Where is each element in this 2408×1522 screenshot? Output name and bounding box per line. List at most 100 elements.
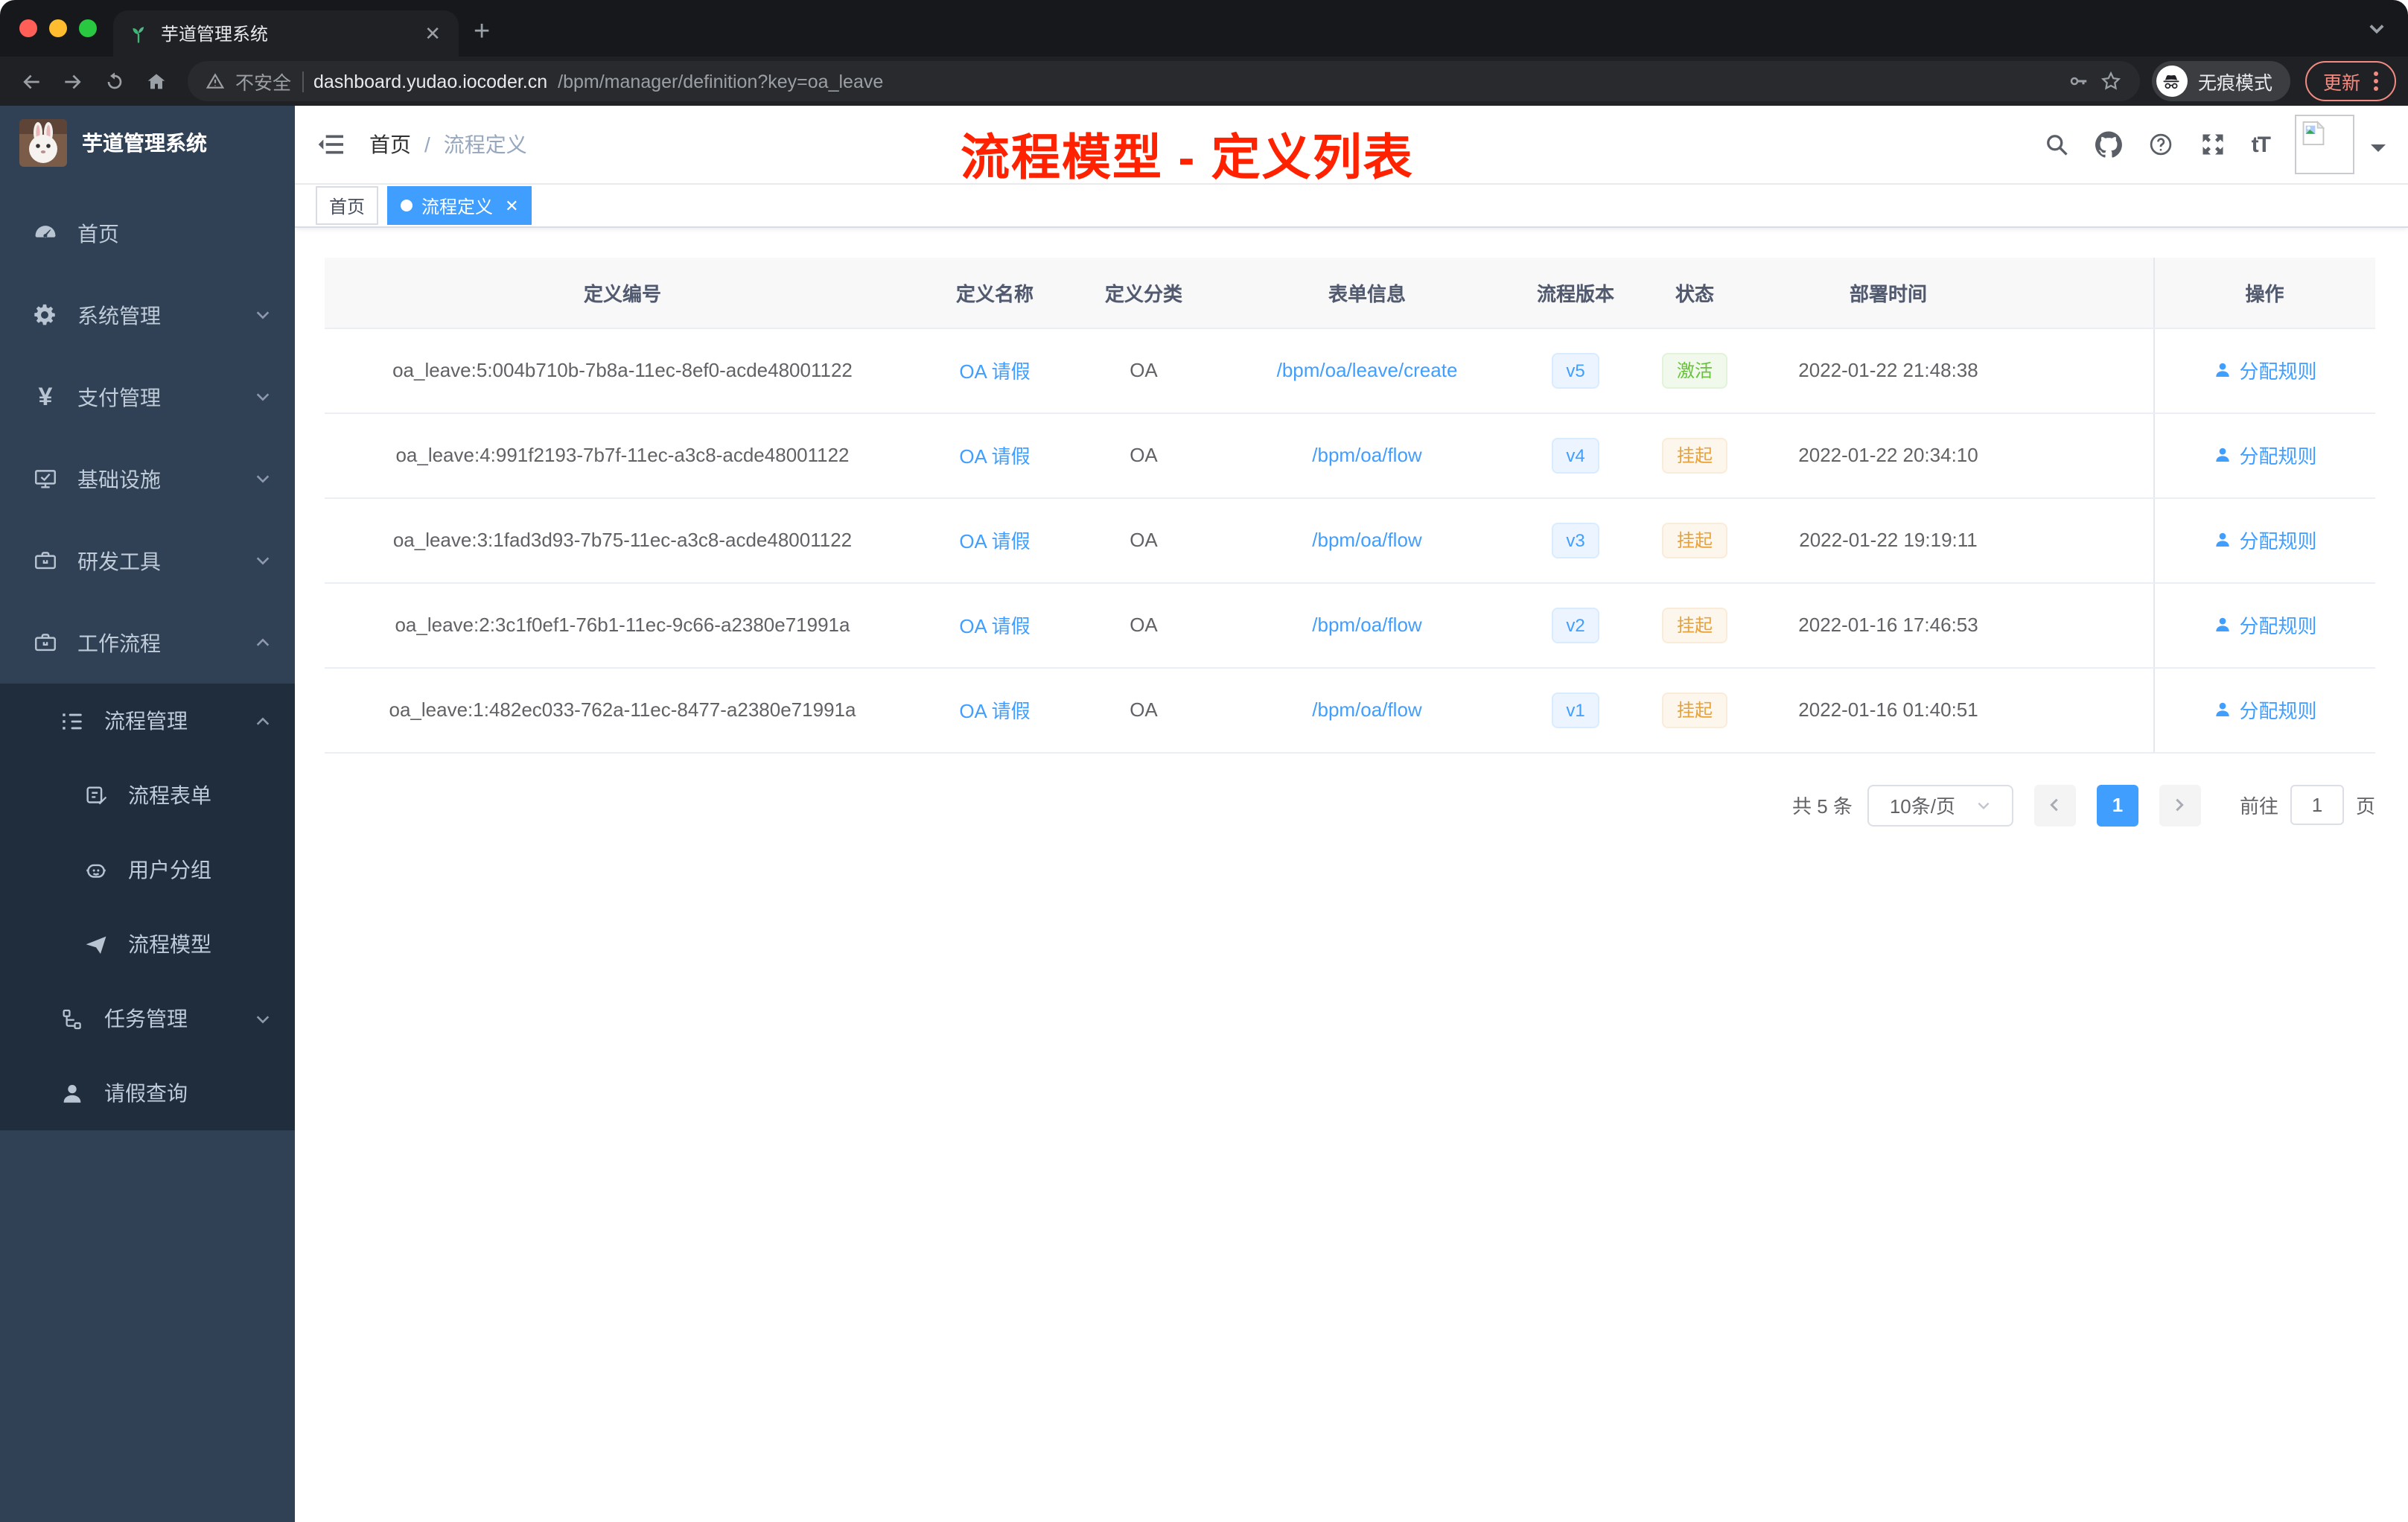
browser-update-button[interactable]: 更新 [2305, 61, 2396, 101]
form-link[interactable]: /bpm/oa/flow [1312, 529, 1421, 551]
goto-page-input[interactable] [2290, 785, 2344, 825]
definition-id: oa_leave:3:1fad3d93-7b75-11ec-a3c8-acde4… [325, 497, 920, 583]
sidebar-item-workflow[interactable]: 工作流程 [0, 602, 295, 684]
assign-rule-link[interactable]: 分配规则 [2212, 695, 2317, 724]
assign-rule-link[interactable]: 分配规则 [2212, 356, 2317, 384]
definition-name-link[interactable]: OA 请假 [959, 700, 1030, 722]
chevron-down-icon [255, 553, 271, 569]
question-icon[interactable] [2147, 131, 2174, 158]
deploy-time: 2022-01-16 01:40:51 [1754, 667, 2022, 753]
version-badge: v1 [1551, 692, 1600, 727]
bookmark-star-icon[interactable] [2100, 70, 2122, 92]
avatar[interactable] [2295, 115, 2354, 174]
security-label[interactable]: 不安全 [235, 67, 291, 95]
definition-name-link[interactable]: OA 请假 [959, 615, 1030, 637]
page-size-select[interactable]: 10条/页 [1867, 784, 2013, 826]
deploy-time: 2022-01-16 17:46:53 [1754, 582, 2022, 668]
form-link[interactable]: /bpm/oa/flow [1312, 698, 1421, 721]
definition-category: OA [1069, 497, 1218, 583]
breadcrumb-current: 流程定义 [443, 133, 527, 156]
gear-icon [33, 302, 58, 328]
breadcrumb-home[interactable]: 首页 [369, 130, 411, 159]
fullscreen-icon[interactable] [2200, 131, 2226, 158]
address-separator [302, 71, 304, 92]
github-icon[interactable] [2095, 131, 2122, 158]
user-icon [60, 1080, 85, 1106]
prev-page-button[interactable] [2033, 784, 2076, 826]
status-badge: 激活 [1661, 352, 1727, 388]
browser-menu-icon[interactable] [2374, 71, 2378, 91]
user-icon [2215, 617, 2229, 631]
address-bar[interactable]: 不安全 dashboard.yudao.iocoder.cn/bpm/manag… [188, 61, 2140, 101]
insecure-warning-icon [206, 73, 225, 89]
sidebar-item-task-management[interactable]: 任务管理 [0, 981, 295, 1056]
avatar-caret-icon[interactable] [2371, 144, 2386, 159]
assign-rule-link[interactable]: 分配规则 [2212, 526, 2317, 554]
zoom-window-button[interactable] [79, 19, 97, 37]
version-badge: v2 [1551, 607, 1600, 643]
form-link[interactable]: /bpm/oa/leave/create [1277, 359, 1458, 381]
sidebar-item-infra[interactable]: 基础设施 [0, 438, 295, 520]
sidebar-item-devtools[interactable]: 研发工具 [0, 520, 295, 602]
sidebar-item-process-management[interactable]: 流程管理 [0, 684, 295, 758]
assign-rule-link[interactable]: 分配规则 [2212, 611, 2317, 639]
search-icon[interactable] [2043, 131, 2070, 158]
col-form-info: 表单信息 [1218, 258, 1516, 328]
current-page-button[interactable]: 1 [2096, 784, 2138, 826]
briefcase-icon [33, 630, 58, 655]
chevron-left-icon [2051, 798, 2059, 812]
breadcrumb: 首页 / 流程定义 [369, 130, 527, 159]
sidebar-item-leave-query[interactable]: 请假查询 [0, 1056, 295, 1130]
sidebar-item-process-model[interactable]: 流程模型 [0, 907, 295, 981]
font-size-icon[interactable]: tT [2252, 132, 2271, 157]
chevron-up-icon [255, 634, 271, 651]
tag-close-icon[interactable]: ✕ [505, 196, 518, 215]
tag-process-definition[interactable]: 流程定义 ✕ [387, 186, 532, 225]
forward-icon[interactable] [54, 62, 92, 101]
robot-icon [83, 857, 109, 882]
minimize-window-button[interactable] [49, 19, 67, 37]
next-page-button[interactable] [2159, 784, 2201, 826]
sidebar-item-system[interactable]: 系统管理 [0, 274, 295, 356]
user-icon [2215, 363, 2229, 377]
sidebar-item-payment[interactable]: ¥ 支付管理 [0, 356, 295, 438]
assign-rule-link[interactable]: 分配规则 [2212, 441, 2317, 469]
password-key-icon[interactable] [2067, 70, 2089, 92]
back-icon[interactable] [12, 62, 51, 101]
version-badge: v5 [1551, 352, 1600, 388]
col-definition-id: 定义编号 [325, 258, 920, 328]
tab-close-icon[interactable]: ✕ [421, 22, 444, 45]
browser-tab[interactable]: 芋道管理系统 ✕ [113, 10, 459, 57]
definition-id: oa_leave:5:004b710b-7b8a-11ec-8ef0-acde4… [325, 328, 920, 413]
col-actions: 操作 [2153, 258, 2375, 328]
form-link[interactable]: /bpm/oa/flow [1312, 444, 1421, 466]
new-tab-button[interactable]: + [474, 18, 490, 46]
page-unit: 页 [2355, 795, 2375, 818]
sidebar-item-user-group[interactable]: 用户分组 [0, 832, 295, 907]
yen-icon: ¥ [38, 383, 53, 411]
definition-name-link[interactable]: OA 请假 [959, 445, 1030, 468]
definition-name-link[interactable]: OA 请假 [959, 360, 1030, 383]
sidebar-item-home[interactable]: 首页 [0, 192, 295, 274]
col-definition-name: 定义名称 [920, 258, 1069, 328]
definition-name-link[interactable]: OA 请假 [959, 530, 1030, 553]
definition-id: oa_leave:1:482ec033-762a-11ec-8477-a2380… [325, 667, 920, 753]
home-icon[interactable] [137, 62, 176, 101]
sidebar-logo: 芋道管理系统 [0, 106, 295, 180]
tag-home[interactable]: 首页 [316, 186, 379, 225]
monitor-icon [33, 466, 58, 491]
user-icon [2215, 702, 2229, 716]
form-link[interactable]: /bpm/oa/flow [1312, 614, 1421, 636]
sidebar-item-process-form[interactable]: 流程表单 [0, 758, 295, 832]
sidebar: 芋道管理系统 首页 系统管理 ¥ 支付管理 基础设施 研发工具 工作流程 流程管… [0, 106, 295, 1522]
reload-icon[interactable] [95, 62, 134, 101]
close-window-button[interactable] [19, 19, 37, 37]
workflow-submenu: 流程管理 流程表单 用户分组 流程模型 任务管理 请假查询 [0, 684, 295, 1130]
app-title: 芋道管理系统 [82, 131, 207, 155]
url-path: /bpm/manager/definition?key=oa_leave [558, 71, 884, 92]
tab-search-chevron-icon[interactable] [2366, 18, 2387, 39]
hamburger-icon[interactable] [317, 130, 347, 159]
chevron-down-icon [1978, 801, 1990, 809]
chevron-down-icon [255, 307, 271, 323]
paper-plane-icon [83, 932, 109, 957]
